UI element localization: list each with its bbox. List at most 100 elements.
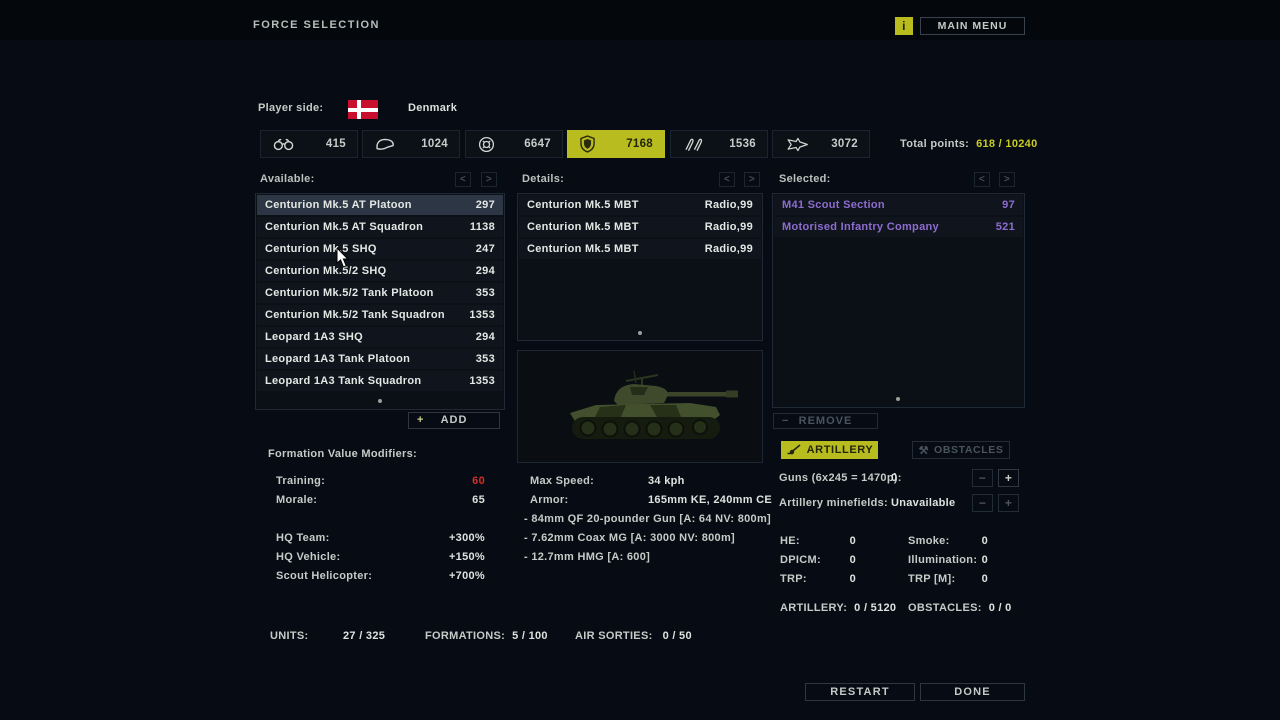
available-page-prev-button[interactable]: < xyxy=(455,172,471,187)
category-recon-button[interactable]: 415 xyxy=(260,130,358,158)
unit-name: Centurion Mk.5 MBT xyxy=(527,243,705,255)
plus-icon: + xyxy=(417,413,424,428)
details-page-dot xyxy=(638,331,642,335)
guns-decrease-button[interactable]: − xyxy=(972,469,993,487)
mouse-cursor xyxy=(336,248,351,272)
available-row[interactable]: Leopard 1A3 Tank Squadron1353 xyxy=(257,371,503,391)
page-title: FORCE SELECTION xyxy=(253,19,380,31)
formations-label: FORMATIONS: xyxy=(425,630,505,642)
available-row[interactable]: Centurion Mk.5/2 SHQ294 xyxy=(257,261,503,281)
formations-value: 5 / 100 xyxy=(512,630,548,642)
jet-icon xyxy=(785,137,809,152)
details-row[interactable]: Centurion Mk.5 MBTRadio,99 xyxy=(519,195,761,215)
obstacles-tools-icon: ⚒ xyxy=(919,444,929,457)
category-vehicle-button[interactable]: 6647 xyxy=(465,130,563,158)
add-button-label: ADD xyxy=(441,414,468,426)
armor-label: Armor: xyxy=(530,494,568,506)
available-page-next-button[interactable]: > xyxy=(481,172,497,187)
obstacles-tab-label: OBSTACLES xyxy=(934,444,1003,456)
category-infantry-points: 1024 xyxy=(421,138,448,150)
details-row[interactable]: Centurion Mk.5 MBTRadio,99 xyxy=(519,239,761,259)
category-air-points: 3072 xyxy=(831,138,858,150)
unit-preview-panel xyxy=(517,350,763,463)
unit-name: Leopard 1A3 SHQ xyxy=(265,331,476,343)
category-ammo-button[interactable]: 1536 xyxy=(670,130,768,158)
minefields-label: Artillery minefields: xyxy=(779,497,888,509)
trp-m-value: 0 xyxy=(940,573,988,585)
available-row[interactable]: Centurion Mk.5/2 Tank Squadron1353 xyxy=(257,305,503,325)
available-row[interactable]: Centurion Mk.5 AT Platoon297 xyxy=(257,195,503,215)
ammo-icon xyxy=(683,136,704,152)
obstacles-total-label: OBSTACLES: xyxy=(908,602,982,614)
scout-helicopter-value: +700% xyxy=(400,570,485,582)
unit-price: 353 xyxy=(476,353,495,365)
unit-price: 247 xyxy=(476,243,495,255)
minefields-increase-button[interactable]: + xyxy=(998,494,1019,512)
category-vehicle-points: 6647 xyxy=(524,138,551,150)
selected-page-dot xyxy=(896,397,900,401)
info-icon[interactable]: i xyxy=(895,17,913,35)
category-air-button[interactable]: 3072 xyxy=(772,130,870,158)
unit-name: Centurion Mk.5 SHQ xyxy=(265,243,476,255)
restart-button[interactable]: RESTART xyxy=(805,683,915,701)
remove-button[interactable]: − REMOVE xyxy=(773,413,878,429)
guns-value: 0 xyxy=(891,472,897,484)
tank-image xyxy=(530,361,750,453)
artillery-total-label: ARTILLERY: xyxy=(780,602,847,614)
details-row[interactable]: Centurion Mk.5 MBTRadio,99 xyxy=(519,217,761,237)
details-page-next-button[interactable]: > xyxy=(744,172,760,187)
guns-label: Guns (6x245 = 1470p): xyxy=(779,472,902,484)
main-menu-button[interactable]: MAIN MENU xyxy=(920,17,1025,35)
available-row[interactable]: Leopard 1A3 SHQ294 xyxy=(257,327,503,347)
weapon-line: - 7.62mm Coax MG [A: 3000 NV: 800m] xyxy=(524,532,735,544)
category-tank-points: 7168 xyxy=(626,138,653,150)
armor-value: 165mm KE, 240mm CE xyxy=(648,494,772,506)
category-ammo-points: 1536 xyxy=(729,138,756,150)
available-title: Available: xyxy=(260,173,315,185)
obstacles-total: OBSTACLES: 0 / 0 xyxy=(908,602,1012,614)
unit-name: Centurion Mk.5 AT Platoon xyxy=(265,199,476,211)
unit-name: Leopard 1A3 Tank Squadron xyxy=(265,375,469,387)
selected-page-next-button[interactable]: > xyxy=(999,172,1015,187)
unit-info: Radio,99 xyxy=(705,199,753,211)
unit-name: Leopard 1A3 Tank Platoon xyxy=(265,353,476,365)
category-infantry-button[interactable]: 1024 xyxy=(362,130,460,158)
selected-row[interactable]: Motorised Infantry Company521 xyxy=(774,217,1023,237)
total-points-label: Total points: xyxy=(900,138,969,150)
dpicm-value: 0 xyxy=(810,554,856,566)
shield-icon xyxy=(580,135,595,153)
selected-page-prev-button[interactable]: < xyxy=(974,172,990,187)
obstacles-tab[interactable]: ⚒ OBSTACLES xyxy=(912,441,1010,459)
available-row[interactable]: Centurion Mk.5 AT Squadron1138 xyxy=(257,217,503,237)
guns-increase-button[interactable]: + xyxy=(998,469,1019,487)
unit-info: Radio,99 xyxy=(705,221,753,233)
artillery-tab[interactable]: ARTILLERY xyxy=(781,441,878,459)
unit-price: 297 xyxy=(476,199,495,211)
details-page-prev-button[interactable]: < xyxy=(719,172,735,187)
unit-name: Centurion Mk.5 MBT xyxy=(527,221,705,233)
selected-title: Selected: xyxy=(779,173,831,185)
formations-status: FORMATIONS: 5 / 100 xyxy=(425,630,548,642)
weapon-line: - 12.7mm HMG [A: 600] xyxy=(524,551,650,563)
details-list: Centurion Mk.5 MBTRadio,99 Centurion Mk.… xyxy=(517,193,763,341)
minus-icon: − xyxy=(782,414,789,428)
total-points-value: 618 / 10240 xyxy=(976,138,1037,150)
unit-name: M41 Scout Section xyxy=(782,199,1002,211)
selected-row[interactable]: M41 Scout Section97 xyxy=(774,195,1023,215)
wheel-icon xyxy=(478,136,495,153)
smoke-value: 0 xyxy=(940,535,988,547)
available-row[interactable]: Leopard 1A3 Tank Platoon353 xyxy=(257,349,503,369)
add-button[interactable]: + ADD xyxy=(408,412,500,429)
units-value: 27 / 325 xyxy=(343,630,385,642)
available-row[interactable]: Centurion Mk.5 SHQ247 xyxy=(257,239,503,259)
morale-label: Morale: xyxy=(276,494,317,506)
category-tank-button[interactable]: 7168 xyxy=(567,130,665,158)
unit-price: 521 xyxy=(996,221,1015,233)
minefields-decrease-button[interactable]: − xyxy=(972,494,993,512)
available-row[interactable]: Centurion Mk.5/2 Tank Platoon353 xyxy=(257,283,503,303)
unit-price: 1353 xyxy=(469,375,495,387)
units-label: UNITS: xyxy=(270,630,308,642)
unit-price: 294 xyxy=(476,265,495,277)
done-button[interactable]: DONE xyxy=(920,683,1025,701)
artillery-tab-label: ARTILLERY xyxy=(807,444,874,456)
